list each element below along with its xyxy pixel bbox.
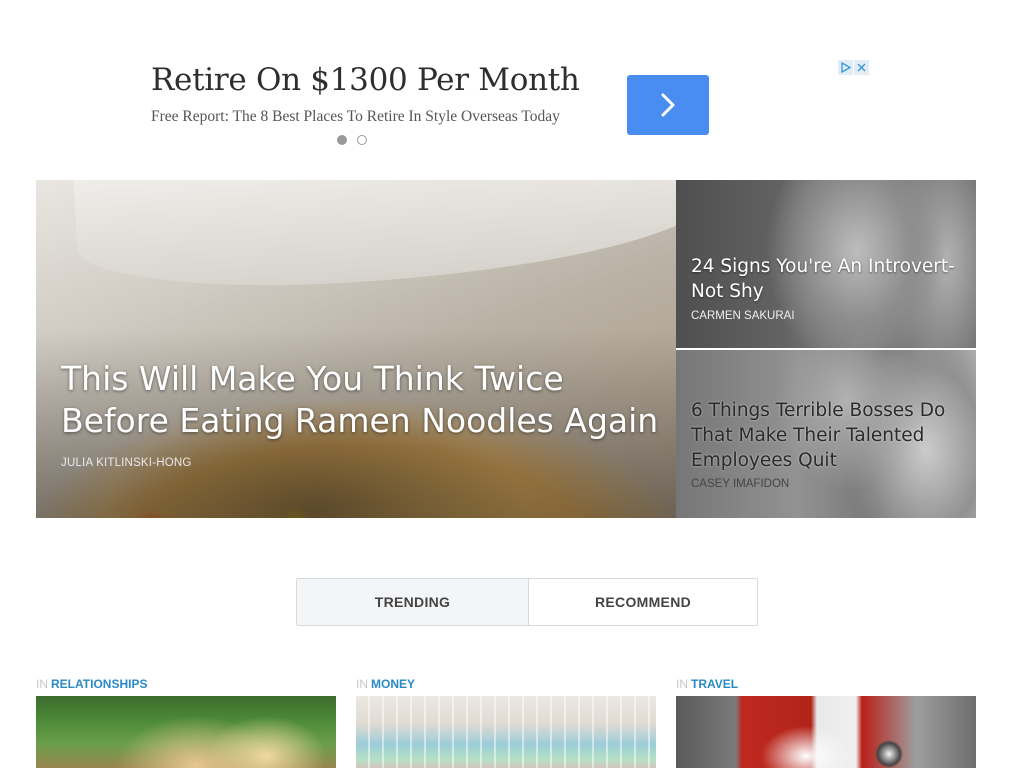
ad-subtitle[interactable]: Free Report: The 8 Best Places To Retire… <box>151 108 560 126</box>
ad-choices <box>838 60 869 75</box>
carousel-dot-2[interactable] <box>357 135 367 145</box>
ad-banner: Retire On $1300 Per Month Free Report: T… <box>0 0 1024 160</box>
article-card[interactable]: IN TRAVEL <box>676 676 976 768</box>
hero-side-author-2: CASEY IMAFIDON <box>691 478 790 490</box>
ad-carousel-dots <box>337 135 367 145</box>
hero-grid: This Will Make You Think Twice Before Ea… <box>36 180 976 518</box>
hero-main-image-lid <box>73 180 676 297</box>
card-category-prefix: IN <box>356 677 368 691</box>
card-image[interactable] <box>676 696 976 768</box>
close-icon[interactable] <box>854 60 869 75</box>
tab-trending[interactable]: TRENDING <box>297 579 529 625</box>
card-category-prefix: IN <box>676 677 688 691</box>
hero-side-title-1[interactable]: 24 Signs You're An Introvert-Not Shy <box>691 254 961 304</box>
ad-title[interactable]: Retire On $1300 Per Month <box>151 62 580 98</box>
card-category-label: IN RELATIONSHIPS <box>36 676 336 692</box>
tab-recommend[interactable]: RECOMMEND <box>529 579 757 625</box>
card-image[interactable] <box>36 696 336 768</box>
hero-side-article-1[interactable]: 24 Signs You're An Introvert-Not Shy CAR… <box>676 180 976 348</box>
hero-side-article-2[interactable]: 6 Things Terrible Bosses Do That Make Th… <box>676 350 976 518</box>
feed-tabs: TRENDING RECOMMEND <box>296 578 758 626</box>
hero-main-article[interactable]: This Will Make You Think Twice Before Ea… <box>36 180 676 518</box>
card-image[interactable] <box>356 696 656 768</box>
card-category-prefix: IN <box>36 677 48 691</box>
ad-open-button[interactable] <box>627 75 709 135</box>
category-link-money[interactable]: MONEY <box>371 677 415 691</box>
hero-side-author-1: CARMEN SAKURAI <box>691 310 795 322</box>
card-category-label: IN TRAVEL <box>676 676 976 692</box>
ad-choices-icon[interactable] <box>838 60 853 75</box>
chevron-right-icon <box>661 93 675 117</box>
article-card[interactable]: IN RELATIONSHIPS <box>36 676 336 768</box>
hero-main-title[interactable]: This Will Make You Think Twice Before Ea… <box>61 358 661 442</box>
hero-side-title-2[interactable]: 6 Things Terrible Bosses Do That Make Th… <box>691 398 961 473</box>
carousel-dot-1[interactable] <box>337 135 347 145</box>
category-link-travel[interactable]: TRAVEL <box>691 677 738 691</box>
article-card[interactable]: IN MONEY <box>356 676 656 768</box>
category-link-relationships[interactable]: RELATIONSHIPS <box>51 677 147 691</box>
hero-main-author: JULIA KITLINSKI-HONG <box>61 457 192 469</box>
card-category-label: IN MONEY <box>356 676 656 692</box>
